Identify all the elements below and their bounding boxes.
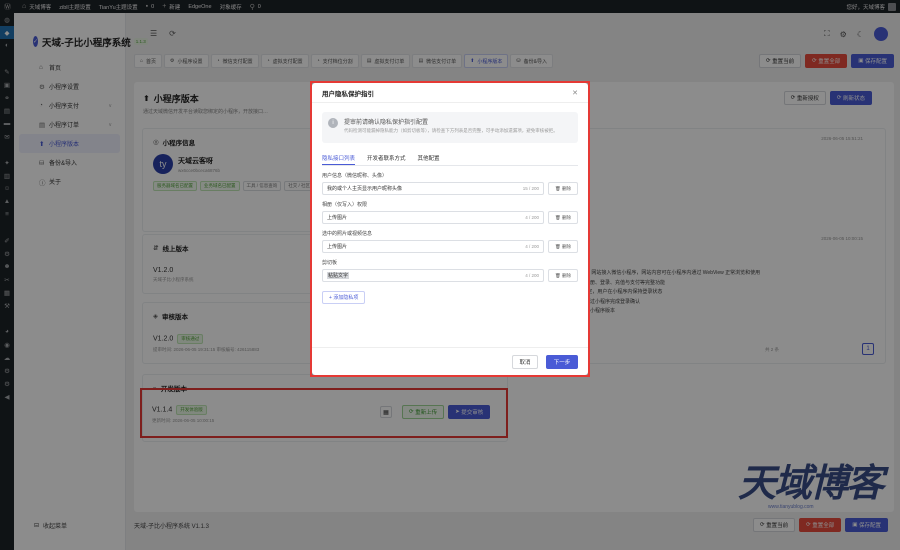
highlight-box (310, 81, 590, 377)
watermark-brand: 天域博客 (738, 460, 884, 505)
watermark-logo: 天域博客 www.tianyublog.com (738, 462, 888, 522)
